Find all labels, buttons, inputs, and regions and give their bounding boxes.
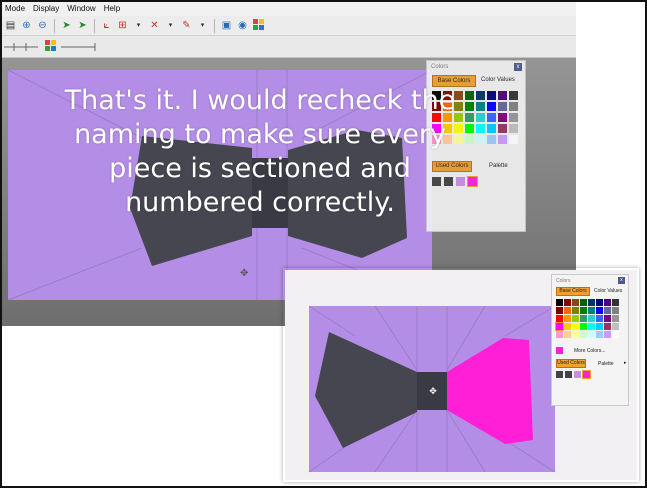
- menu-bar: Mode Display Window Help: [2, 2, 576, 16]
- toolbar-divider: [94, 18, 95, 33]
- color-swatch[interactable]: [564, 323, 571, 330]
- menu-display[interactable]: Display: [33, 2, 59, 16]
- color-swatch[interactable]: [572, 331, 579, 338]
- cursor-icon: ✥: [240, 268, 248, 279]
- color-swatch[interactable]: [604, 331, 611, 338]
- color-swatch[interactable]: [564, 307, 571, 314]
- color-swatch[interactable]: [612, 307, 619, 314]
- close-icon[interactable]: x: [618, 277, 625, 284]
- color-swatch[interactable]: [604, 315, 611, 322]
- zoom-in-icon[interactable]: ⊕: [20, 19, 33, 32]
- palette-squares-icon: [252, 19, 264, 30]
- color-swatch[interactable]: [580, 323, 587, 330]
- arrow-right-icon[interactable]: ➤: [76, 19, 89, 32]
- grid-tool-icon[interactable]: ⊞: [116, 19, 129, 32]
- color-swatch[interactable]: [572, 323, 579, 330]
- used-colors-button[interactable]: Used Colors: [556, 359, 586, 368]
- colors-panel-inset: Colors x Base Colors Color Values More C…: [551, 274, 629, 406]
- panel-title: Colors: [431, 64, 449, 70]
- tab-color-values[interactable]: Color Values: [481, 77, 515, 83]
- color-swatch[interactable]: [596, 315, 603, 322]
- color-swatch[interactable]: [556, 315, 563, 322]
- eraser-icon[interactable]: ✕: [148, 19, 161, 32]
- color-swatch[interactable]: [580, 331, 587, 338]
- color-swatch[interactable]: [556, 299, 563, 306]
- toolbar-divider: [54, 18, 55, 33]
- tool-icon[interactable]: ▤: [4, 19, 17, 32]
- color-swatch[interactable]: [596, 331, 603, 338]
- color-swatch[interactable]: [604, 307, 611, 314]
- zoom-out-icon[interactable]: ⊖: [36, 19, 49, 32]
- current-color-swatch[interactable]: [556, 347, 563, 354]
- inset-app-window: ✥ Colors x Base Colors Color Values More…: [285, 270, 637, 480]
- more-colors-link[interactable]: More Colors...: [574, 348, 605, 354]
- tab-base-colors[interactable]: Base Colors: [556, 287, 590, 296]
- color-swatch[interactable]: [588, 307, 595, 314]
- color-swatch[interactable]: [580, 299, 587, 306]
- used-color-swatch[interactable]: [565, 371, 572, 378]
- color-swatch[interactable]: [596, 307, 603, 314]
- dropdown-icon[interactable]: ▾: [196, 19, 209, 32]
- toolbar-secondary: [2, 36, 576, 58]
- menu-help[interactable]: Help: [104, 2, 120, 16]
- palette-icon[interactable]: [44, 40, 57, 53]
- color-swatch[interactable]: [612, 315, 619, 322]
- menu-mode[interactable]: Mode: [5, 2, 25, 16]
- close-icon[interactable]: x: [514, 63, 522, 71]
- color-swatch[interactable]: [580, 315, 587, 322]
- color-swatch[interactable]: [588, 323, 595, 330]
- caption-line: naming to make sure every: [74, 119, 446, 150]
- color-swatch[interactable]: [588, 315, 595, 322]
- color-swatch[interactable]: [572, 307, 579, 314]
- page-icon[interactable]: ▣: [220, 19, 233, 32]
- palette-icon[interactable]: [252, 19, 265, 32]
- color-swatch[interactable]: [612, 323, 619, 330]
- color-swatch[interactable]: [596, 299, 603, 306]
- used-color-swatch[interactable]: [574, 371, 581, 378]
- measure-icon[interactable]: ⟀: [100, 19, 113, 32]
- color-swatch[interactable]: [596, 323, 603, 330]
- color-swatch[interactable]: [604, 323, 611, 330]
- used-color-swatch[interactable]: [582, 370, 591, 379]
- color-swatch[interactable]: [612, 299, 619, 306]
- info-icon[interactable]: ◉: [236, 19, 249, 32]
- color-swatch[interactable]: [604, 299, 611, 306]
- color-swatch[interactable]: [555, 322, 564, 331]
- color-swatch[interactable]: [612, 331, 619, 338]
- palette-squares-icon: [44, 40, 56, 51]
- used-color-swatch[interactable]: [556, 371, 563, 378]
- color-swatch[interactable]: [588, 299, 595, 306]
- color-swatch[interactable]: [572, 315, 579, 322]
- pencil-icon[interactable]: ✎: [180, 19, 193, 32]
- cursor-icon: ✥: [429, 387, 437, 397]
- color-swatch[interactable]: [564, 315, 571, 322]
- chevron-right-icon[interactable]: ▸: [624, 360, 627, 366]
- color-swatch[interactable]: [588, 331, 595, 338]
- dropdown-icon[interactable]: ▾: [132, 19, 145, 32]
- menu-window[interactable]: Window: [67, 2, 95, 16]
- color-swatch[interactable]: [564, 299, 571, 306]
- palette-label[interactable]: Palette: [598, 361, 614, 367]
- toolbar-top: ▤ ⊕ ⊖ ➤ ➤ ⟀ ⊞ ▾ ✕ ▾ ✎ ▾ ▣ ◉: [2, 16, 576, 36]
- video-caption: That's it. I would recheck the naming to…: [0, 84, 520, 220]
- color-swatch[interactable]: [572, 299, 579, 306]
- color-swatch[interactable]: [556, 307, 563, 314]
- line-tool-icon[interactable]: [61, 40, 101, 54]
- ruler-tool-icon[interactable]: [4, 40, 40, 54]
- panel-title: Colors: [556, 278, 571, 284]
- caption-line: numbered correctly.: [125, 187, 395, 218]
- toolbar-divider: [214, 18, 215, 33]
- arrow-left-icon[interactable]: ➤: [60, 19, 73, 32]
- caption-line: piece is sectioned and: [109, 153, 411, 184]
- color-swatch[interactable]: [564, 331, 571, 338]
- dropdown-icon[interactable]: ▾: [164, 19, 177, 32]
- tab-color-values[interactable]: Color Values: [594, 288, 622, 294]
- caption-line: That's it. I would recheck the: [64, 85, 456, 116]
- color-swatch[interactable]: [580, 307, 587, 314]
- color-swatch[interactable]: [556, 331, 563, 338]
